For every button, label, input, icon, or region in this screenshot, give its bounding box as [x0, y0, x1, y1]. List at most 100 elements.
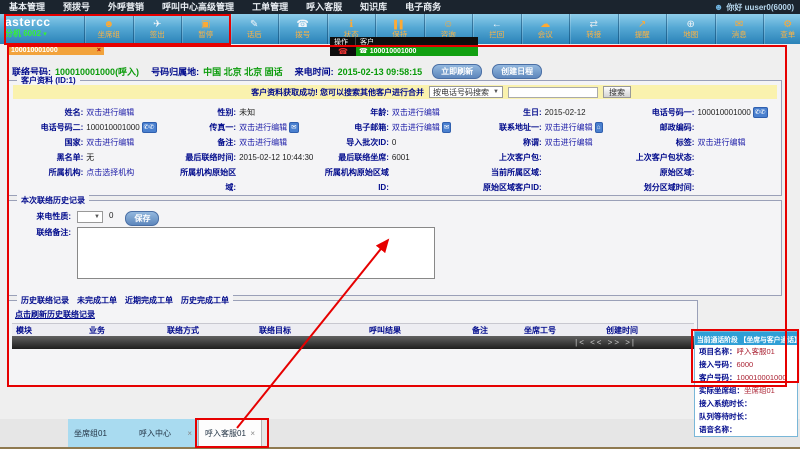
active-call-tab[interactable]: 100010001000 × [8, 45, 104, 55]
menu-item[interactable]: 预拨号 [54, 0, 99, 14]
toolbar-button[interactable]: ⚙ 查单 [763, 14, 800, 44]
table-pager[interactable]: |< << >> >| [12, 336, 694, 349]
field-label: 国家: [13, 137, 83, 148]
customer-field: 邮政编码: [624, 122, 777, 133]
menu-item[interactable]: 电子商务 [396, 0, 450, 14]
field-value[interactable]: 未知 [239, 107, 255, 118]
close-icon[interactable]: × [97, 47, 101, 54]
toolbar-button[interactable]: ✈ 签出 [133, 14, 182, 44]
toolbar-button-label: 签出 [150, 30, 165, 39]
toolbar-button[interactable]: ⇄ 转接 [569, 14, 618, 44]
toolbar-button-label: 提醒 [635, 30, 650, 39]
field-value[interactable]: 双击进行编辑 [86, 137, 134, 148]
toolbar-button[interactable]: ✎ 话后 [230, 14, 279, 44]
toolbar-button[interactable]: ⊕ 地图 [666, 14, 715, 44]
search-type-select[interactable]: 按电话号码搜索 ▼ [429, 86, 503, 98]
hangup-phone-icon[interactable]: ☎ [330, 46, 356, 56]
menu-item[interactable]: 呼叫中心高级管理 [153, 0, 243, 14]
refresh-history-link[interactable]: 点击刷新历史联络记录 [15, 309, 95, 320]
session-tab[interactable]: 坐席组01 [68, 419, 133, 447]
field-label: 年龄: [319, 107, 389, 118]
history-tab[interactable]: 历史联络记录 [21, 295, 69, 306]
toolbar-button[interactable]: ☎ 拨号 [278, 14, 327, 44]
panel-row-label: 队列等待时长： [699, 411, 752, 422]
refresh-now-button[interactable]: 立即刷新 [432, 64, 482, 79]
field-action-icons[interactable]: ⌂ [595, 122, 603, 133]
session-tab-label: 坐席组01 [74, 428, 107, 439]
create-schedule-button[interactable]: 创建日程 [492, 64, 542, 79]
field-action-icons[interactable]: ✉ [289, 122, 298, 133]
field-label: 电话号码一: [624, 107, 694, 118]
session-tab[interactable]: 呼入中心 × [133, 419, 198, 447]
extension-selector[interactable]: 分机 6002 ▾ [5, 29, 84, 40]
field-value[interactable]: 双击进行编辑 [392, 107, 440, 118]
toolbar-button-icon: ☎ [297, 19, 309, 30]
field-label: 生日: [471, 107, 541, 118]
call-panel-row: 客户号码： 100010001000 [695, 371, 797, 384]
footer-spacer [0, 419, 68, 447]
customer-field: 电话号码一: 100010001000 ✆✆ [624, 107, 777, 118]
menu-item[interactable]: 工单管理 [243, 0, 297, 14]
close-icon[interactable]: × [250, 429, 255, 438]
menu-item[interactable]: 呼入客服 [297, 0, 351, 14]
toolbar-button[interactable]: ↗ 提醒 [618, 14, 667, 44]
contact-header: 联络号码: 100010001000(呼入) 号码归属地: 中国 北京 北京 固… [12, 64, 542, 79]
field-value[interactable]: 2015-02-12 10:44:30 [239, 153, 313, 162]
field-value[interactable]: 0 [392, 138, 396, 147]
field-action-icons[interactable]: ✆✆ [142, 122, 157, 133]
toolbar-button[interactable]: ✉ 消息 [715, 14, 764, 44]
toolbar-button-label: 暂停 [198, 30, 213, 39]
session-tab[interactable]: 呼入客服01 × [198, 419, 262, 447]
customer-field: 生日: 2015-02-12 [471, 107, 624, 118]
customer-field: 国家: 双击进行编辑 [13, 137, 166, 148]
history-tab[interactable]: 近期完成工单 [125, 295, 173, 306]
active-call-row[interactable]: ☎ 100010001000 [356, 46, 478, 56]
field-value[interactable]: 100010001000 [697, 108, 750, 117]
field-value[interactable]: 点击选择机构 [86, 167, 134, 178]
menu-item[interactable]: 外呼营销 [99, 0, 153, 14]
field-value[interactable]: 双击进行编辑 [545, 122, 593, 133]
toolbar-button-icon: ℹ [349, 19, 353, 30]
close-icon[interactable]: × [187, 429, 192, 438]
field-value[interactable]: 双击进行编辑 [545, 137, 593, 148]
history-tab[interactable]: 历史完成工单 [181, 295, 229, 306]
pager-controls[interactable]: |< << >> >| [575, 338, 636, 347]
search-button[interactable]: 搜索 [603, 86, 631, 98]
chevron-down-icon: ▾ [43, 31, 47, 38]
call-nature-select[interactable]: ▼ [77, 211, 103, 223]
extension-label: 分机 6002 [5, 29, 41, 38]
contact-note-textarea[interactable] [77, 227, 435, 279]
field-value[interactable]: 100010001000 [86, 123, 139, 132]
menu-item[interactable]: 基本管理 [0, 0, 54, 14]
field-value[interactable]: 双击进行编辑 [239, 137, 287, 148]
field-action-icons[interactable]: ✉ [442, 122, 451, 133]
menu-item[interactable]: 知识库 [351, 0, 396, 14]
customer-search-input[interactable] [508, 87, 598, 98]
panel-row-label: 实际坐席组： [699, 385, 744, 396]
field-value[interactable]: 双击进行编辑 [392, 122, 440, 133]
toolbar-button[interactable]: ☁ 会议 [521, 14, 570, 44]
customer-field: 所属机构原始区 [166, 167, 319, 178]
field-value[interactable]: 6001 [392, 153, 410, 162]
field-action-icons[interactable]: ✆✆ [753, 107, 768, 118]
toolbar-button[interactable]: ☻ 坐席组 [84, 14, 133, 44]
field-label: 最后联络时间: [166, 152, 236, 163]
customer-field: 原始区域客户ID: [471, 182, 624, 193]
toolbar-button[interactable]: ▣ 暂停 [181, 14, 230, 44]
session-tab-bar: 坐席组01 呼入中心 × 呼入客服01 × [0, 419, 800, 449]
call-time-label: 来电时间: [295, 65, 334, 78]
field-value[interactable]: 双击进行编辑 [239, 122, 287, 133]
toolbar-button-label: 拦回 [489, 30, 504, 39]
field-value[interactable]: 双击进行编辑 [86, 107, 134, 118]
session-record-section: 本次联络历史记录 来电性质: ▼ 0 保存 联络备注: [8, 200, 782, 296]
history-tab[interactable]: 未完成工单 [77, 295, 117, 306]
save-button[interactable]: 保存 [125, 211, 159, 226]
panel-row-value: 100010001000 [737, 373, 787, 382]
panel-row-label: 接入号码： [699, 359, 737, 370]
field-value[interactable]: 无 [86, 152, 94, 163]
field-value[interactable]: 双击进行编辑 [697, 137, 745, 148]
customer-field: ID: [319, 183, 472, 192]
field-value[interactable]: 2015-02-12 [545, 108, 586, 117]
toolbar-button[interactable]: ← 拦回 [472, 14, 521, 44]
field-label: 联系地址一: [471, 122, 541, 133]
